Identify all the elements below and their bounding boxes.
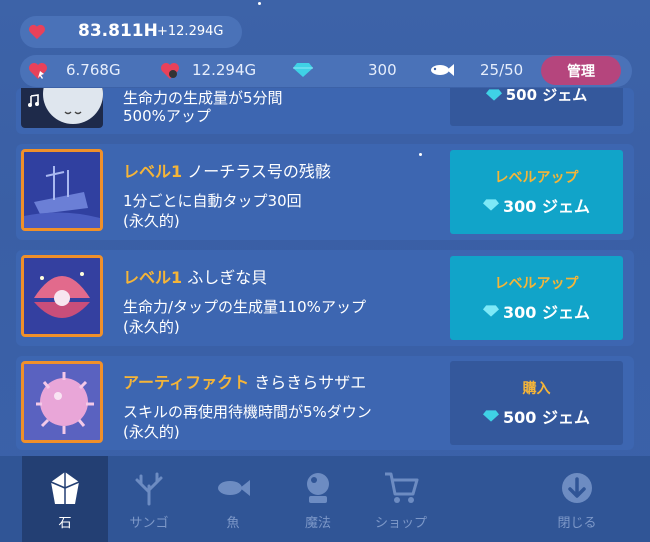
gem-icon: [293, 63, 313, 77]
stone-icon: [50, 472, 80, 504]
auto-heart-icon: [161, 63, 179, 79]
nautilus-cost: 300 ジェム: [483, 193, 590, 217]
shell-cost: 300 ジェム: [483, 299, 590, 323]
partial-buy-button[interactable]: 500 ジェム: [450, 86, 623, 126]
nautilus-desc-line2: (永久的): [123, 212, 180, 230]
clam-shell-art: [24, 258, 100, 334]
sazae-thumbnail: [21, 361, 103, 443]
partial-desc-line1: 生命力の生成量が5分間: [123, 89, 283, 107]
shell-level: レベル1: [123, 268, 183, 287]
partial-item-card: 生命力の生成量が5分間 500%アップ 500 ジェム: [16, 86, 634, 134]
bubble-sparkle: [258, 2, 261, 5]
sazae-desc-line1: スキルの再使用待機時間が5%ダウン: [123, 403, 372, 421]
close-label: 閉じる: [557, 516, 597, 531]
buy-label: 購入: [522, 381, 551, 397]
life-rate: +12.294G: [157, 24, 224, 39]
shell-desc-line2: (永久的): [123, 318, 180, 336]
close-button[interactable]: 閉じる: [534, 456, 620, 542]
coral-icon: [135, 472, 163, 506]
whale-art: [43, 88, 103, 124]
tab-fish[interactable]: 魚: [190, 456, 276, 542]
partial-desc-line2: 500%アップ: [123, 107, 211, 125]
tab-magic-label: 魔法: [304, 516, 331, 531]
shell-levelup-button[interactable]: レベルアップ 300 ジェム: [450, 256, 623, 340]
sazae-desc-line2: (永久的): [123, 423, 180, 441]
fish-count: 25/50: [480, 61, 524, 79]
life-total: 83.811H: [78, 21, 158, 41]
tab-stone-label: 石: [58, 516, 72, 531]
shell-title: レベル1 ふしぎな貝: [123, 264, 267, 288]
nautilus-levelup-button[interactable]: レベルアップ 300 ジェム: [450, 150, 623, 234]
sazae-type: アーティファクト: [123, 373, 250, 392]
levelup-label: レベルアップ: [494, 276, 579, 292]
resource-bar: 83.811H +12.294G 6.768G 12.294G 300 25/5…: [0, 0, 650, 90]
tab-coral[interactable]: サンゴ: [106, 456, 192, 542]
tab-shop-label: ショップ: [374, 516, 427, 531]
music-note-icon: [28, 94, 39, 107]
crystal-ball-icon: [307, 473, 329, 503]
gem-icon: [485, 88, 502, 101]
bottom-nav: 石 サンゴ 魚 魔法 ショップ 閉じる: [0, 456, 650, 542]
tab-fish-label: 魚: [226, 516, 240, 531]
item-card-sazae: アーティファクト きらきらサザエ スキルの再使用待機時間が5%ダウン (永久的)…: [16, 356, 634, 450]
nautilus-thumbnail: [21, 149, 103, 231]
bubble-sparkle: [419, 153, 422, 156]
gem-icon: [483, 410, 499, 422]
tab-magic[interactable]: 魔法: [275, 456, 361, 542]
partial-thumbnail: [21, 88, 103, 128]
gem-icon: [483, 199, 499, 211]
fish-icon: [431, 64, 454, 76]
gem-count: 300: [368, 61, 397, 79]
close-down-icon: [562, 473, 592, 503]
stat-auto: 12.294G: [192, 61, 257, 79]
gem-icon: [483, 305, 499, 317]
nautilus-name: ノーチラス号の残骸: [187, 162, 331, 181]
partial-cost: 500 ジェム: [485, 84, 587, 105]
nautilus-title: レベル1 ノーチラス号の残骸: [123, 158, 331, 182]
nautilus-desc-line1: 1分ごとに自動タップ30回: [123, 192, 302, 210]
tab-coral-label: サンゴ: [129, 516, 169, 531]
shipwreck-art: [24, 152, 100, 228]
shell-desc-line1: 生命力/タップの生成量110%アップ: [123, 298, 366, 316]
manage-button[interactable]: 管理: [541, 56, 621, 85]
levelup-label: レベルアップ: [494, 170, 579, 186]
fish-tab-icon: [218, 480, 250, 496]
tab-shop[interactable]: ショップ: [358, 456, 444, 542]
shell-thumbnail: [21, 255, 103, 337]
sazae-cost: 500 ジェム: [483, 404, 590, 428]
nautilus-level: レベル1: [123, 162, 183, 181]
item-card-nautilus: レベル1 ノーチラス号の残骸 1分ごとに自動タップ30回 (永久的) レベルアッ…: [16, 144, 634, 240]
cart-icon: [385, 472, 419, 503]
sazae-name: きらきらサザエ: [254, 373, 367, 392]
shell-name: ふしぎな貝: [187, 268, 268, 287]
tap-heart-icon: [29, 63, 47, 79]
spiky-shell-art: [24, 364, 100, 440]
stat-tap: 6.768G: [66, 61, 121, 79]
item-card-shell: レベル1 ふしぎな貝 生命力/タップの生成量110%アップ (永久的) レベルア…: [16, 250, 634, 346]
tab-stone[interactable]: 石: [22, 456, 108, 542]
sazae-buy-button[interactable]: 購入 500 ジェム: [450, 361, 623, 445]
heart-icon: [29, 24, 45, 40]
sazae-title: アーティファクト きらきらサザエ: [123, 369, 366, 393]
